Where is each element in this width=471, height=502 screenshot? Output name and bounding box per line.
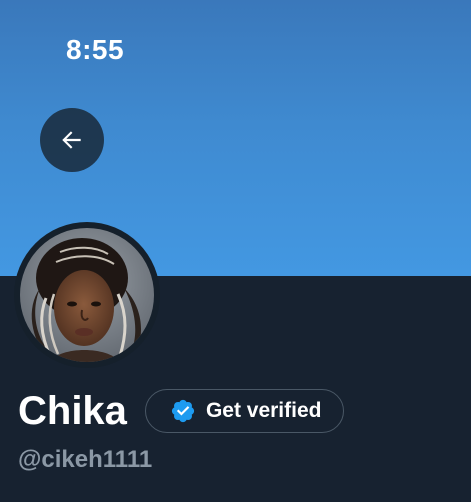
verified-badge-icon <box>171 399 195 423</box>
profile-handle: @cikeh1111 <box>18 446 153 473</box>
status-bar-time: 8:55 <box>66 34 125 65</box>
get-verified-button[interactable]: Get verified <box>144 389 345 433</box>
back-button[interactable] <box>40 108 104 172</box>
avatar-image <box>20 228 154 362</box>
profile-screen: 8:55 Chika Get verified @cikeh1111 <box>0 0 471 502</box>
profile-avatar[interactable] <box>14 222 160 368</box>
profile-display-name: Chika <box>18 389 127 433</box>
get-verified-label: Get verified <box>205 399 322 422</box>
arrow-left-icon <box>62 131 81 149</box>
name-row: Chika Get verified <box>18 386 345 436</box>
